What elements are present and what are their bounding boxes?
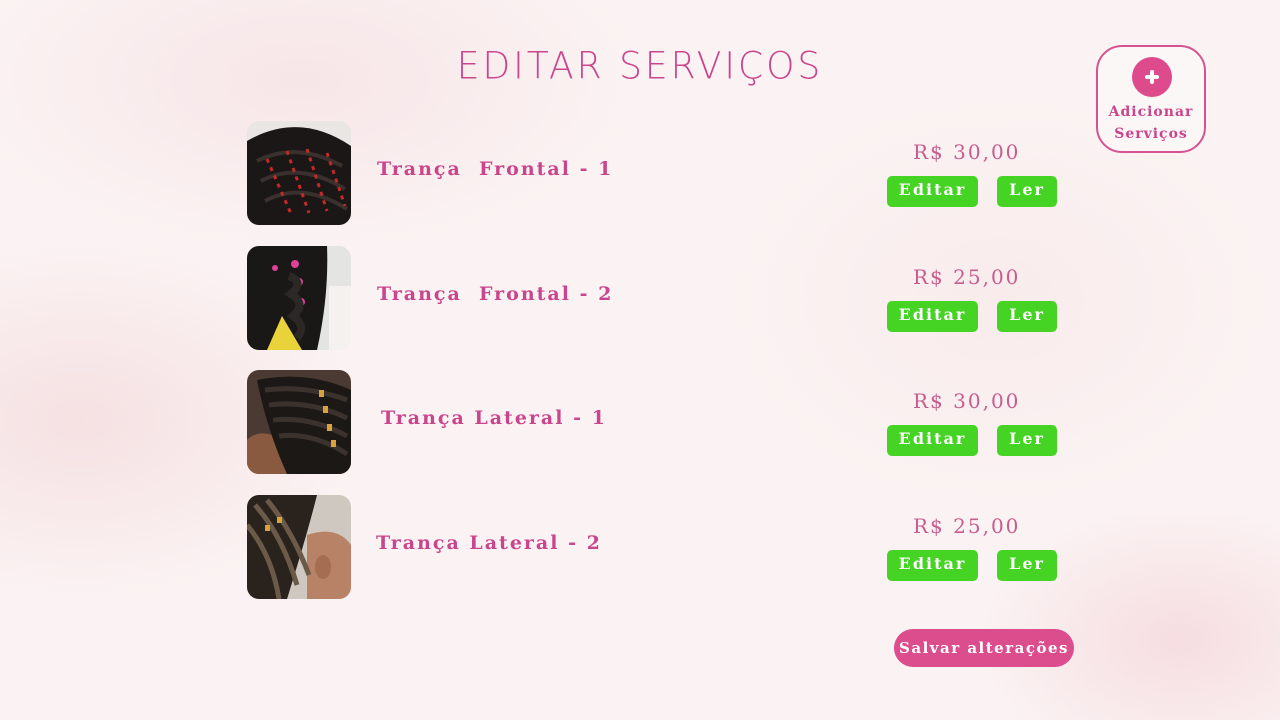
add-services-label-line1: Adicionar bbox=[1108, 104, 1194, 120]
service-name: Trança Lateral - 1 bbox=[381, 407, 607, 429]
service-row: Trança Lateral - 1 R$ 30,00 Editar Ler bbox=[0, 370, 1280, 474]
page-title: EDITAR SERVIÇOS bbox=[456, 44, 824, 89]
service-price: R$ 25,00 bbox=[913, 514, 1021, 538]
service-name: Trança Frontal - 1 bbox=[377, 158, 614, 180]
service-image bbox=[247, 495, 351, 599]
service-image bbox=[247, 246, 351, 350]
service-row: Trança Frontal - 2 R$ 25,00 Editar Ler bbox=[0, 246, 1280, 350]
edit-button[interactable]: Editar bbox=[887, 550, 978, 581]
read-button[interactable]: Ler bbox=[997, 176, 1057, 207]
service-image bbox=[247, 121, 351, 225]
service-image bbox=[247, 370, 351, 474]
plus-icon bbox=[1132, 57, 1172, 97]
read-button[interactable]: Ler bbox=[997, 550, 1057, 581]
edit-button[interactable]: Editar bbox=[887, 176, 978, 207]
service-name: Trança Lateral - 2 bbox=[376, 532, 602, 554]
read-button[interactable]: Ler bbox=[997, 301, 1057, 332]
service-row: Trança Frontal - 1 R$ 30,00 Editar Ler bbox=[0, 121, 1280, 225]
service-price: R$ 25,00 bbox=[913, 265, 1021, 289]
service-name: Trança Frontal - 2 bbox=[377, 283, 614, 305]
save-changes-button[interactable]: Salvar alterações bbox=[894, 629, 1074, 667]
service-price: R$ 30,00 bbox=[913, 389, 1021, 413]
service-row: Trança Lateral - 2 R$ 25,00 Editar Ler bbox=[0, 495, 1280, 599]
edit-button[interactable]: Editar bbox=[887, 301, 978, 332]
edit-button[interactable]: Editar bbox=[887, 425, 978, 456]
read-button[interactable]: Ler bbox=[997, 425, 1057, 456]
service-price: R$ 30,00 bbox=[913, 140, 1021, 164]
